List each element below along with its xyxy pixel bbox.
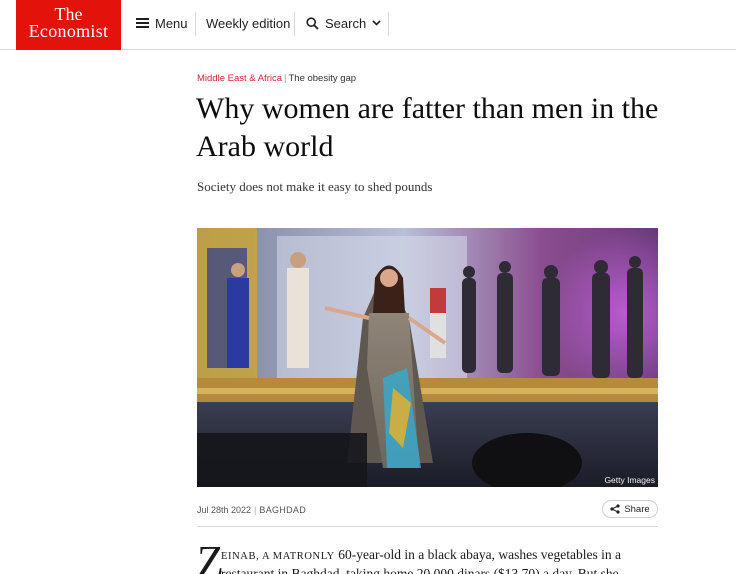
menu-label: Menu [155,15,188,31]
stage-photo [197,228,658,487]
article-kicker: Middle East & Africa | The obesity gap [197,73,356,84]
image-credit: Getty Images [604,475,655,485]
hamburger-icon [136,18,149,28]
menu-button[interactable]: Menu [136,0,188,46]
section-link[interactable]: Middle East & Africa [197,73,282,84]
dateline: BAGHDAD [259,505,306,515]
kicker-divider: | [284,73,287,84]
share-icon [610,504,620,514]
search-button[interactable]: Search [306,0,387,46]
meta-rule [197,526,658,527]
nav-divider [388,12,389,36]
nav-divider [294,12,295,36]
hero-image: Getty Images [197,228,658,487]
meta-divider: | [254,505,257,515]
body-line-1: EINAB, A MATRONLY 60-year-old in a black… [221,547,621,563]
weekly-edition-link[interactable]: Weekly edition [206,0,290,46]
share-button[interactable]: Share [602,500,658,518]
weekly-edition-label: Weekly edition [206,15,291,31]
search-label: Search [325,15,367,31]
lead-rest: 60-year-old in a black abaya, washes veg… [334,547,621,562]
chevron-down-icon [372,20,381,26]
topic-label: The obesity gap [288,73,357,84]
nav-divider [195,12,196,36]
economist-logo[interactable]: The Economist [16,0,121,50]
article-meta: Jul 28th 2022 | BAGHDAD [197,505,306,515]
article-headline: Why women are fatter than men in the Ara… [196,92,659,163]
search-icon [306,16,319,30]
body-line-2: restaurant in Baghdad, taking home 20,00… [221,566,619,574]
article-subheadline: Society does not make it easy to shed po… [197,179,433,194]
logo-line-2: Economist [28,21,109,41]
share-label: Share [624,503,650,515]
lead-smallcaps: EINAB, A MATRONLY [221,551,335,562]
publish-date: Jul 28th 2022 [197,505,252,515]
drop-cap: Z [197,537,224,574]
site-header: The Economist Menu Weekly edition Search [0,0,736,50]
